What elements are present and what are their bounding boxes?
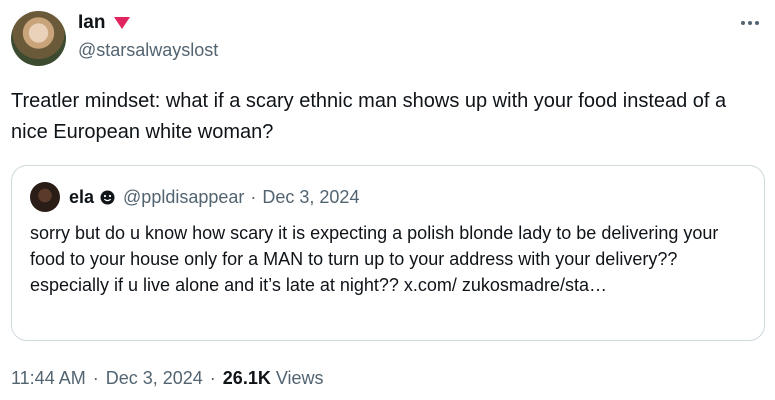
- quoted-tweet-header: ela @ppldisappear · Dec 3, 2024: [30, 182, 360, 212]
- author-handle[interactable]: @starsalwayslost: [78, 40, 218, 61]
- red-triangle-icon: [113, 16, 131, 30]
- quoted-author-avatar: [30, 182, 60, 212]
- meta-separator: ·: [92, 367, 99, 388]
- quoted-tweet[interactable]: ela @ppldisappear · Dec 3, 2024 sorry bu…: [11, 165, 765, 341]
- author-display-name[interactable]: Ian: [78, 12, 105, 34]
- quoted-separator: ·: [250, 186, 257, 207]
- quoted-author-name: ela: [69, 186, 95, 207]
- tweet: Ian @starsalwayslost Treatler mindset: w…: [0, 0, 775, 400]
- quoted-date: Dec 3, 2024: [262, 186, 360, 207]
- views-count: 26.1K: [222, 367, 271, 388]
- author-avatar[interactable]: [11, 11, 66, 66]
- author-info: Ian @starsalwayslost: [78, 11, 218, 61]
- tweet-text: Treatler mindset: what if a scary ethnic…: [11, 90, 727, 143]
- smiley-icon: [100, 190, 115, 205]
- quoted-author-handle: @ppldisappear: [123, 186, 245, 207]
- meta-separator-2: ·: [209, 367, 216, 388]
- views-label: Views: [275, 367, 324, 388]
- author-name-row: Ian: [78, 11, 218, 35]
- tweet-meta: 11:44 AM · Dec 3, 2024 · 26.1K Views: [11, 365, 324, 391]
- quoted-tweet-text: sorry but do u know how scary it is expe…: [30, 223, 719, 295]
- tweet-date[interactable]: Dec 3, 2024: [106, 368, 203, 389]
- more-options-button[interactable]: [735, 8, 765, 32]
- ellipsis-icon: [740, 9, 760, 32]
- tweet-time[interactable]: 11:44 AM: [11, 368, 86, 389]
